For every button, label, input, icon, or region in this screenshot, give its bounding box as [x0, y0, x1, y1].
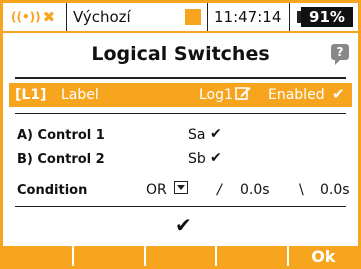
status-bar: ((•)) ✖ Výchozí 11:47:14 91% [3, 3, 358, 33]
control-1-check-icon: ✔ [210, 126, 222, 142]
clock: 11:47:14 [207, 3, 289, 31]
edit-pencil-icon[interactable] [235, 85, 251, 105]
log-name[interactable]: Log1 [199, 87, 233, 103]
control-1-label: A) Control 1 [17, 128, 105, 143]
switch-id: [L1] [15, 87, 47, 103]
chevron-down-icon[interactable] [174, 181, 188, 194]
page-title: Logical Switches [91, 43, 270, 65]
battery-indicator: 91% [289, 3, 357, 31]
ok-button[interactable]: Ok [288, 246, 359, 266]
screen: ((•)) ✖ Výchozí 11:47:14 91% Logical Swi… [0, 0, 361, 269]
battery-percent: 91% [301, 7, 353, 27]
model-name-text: Výchozí [73, 8, 131, 26]
footer-button-4[interactable] [217, 246, 287, 266]
enabled-label: Enabled [268, 87, 325, 103]
footer-button-2[interactable] [74, 246, 144, 266]
footer-buttons: Ok [3, 246, 359, 266]
no-signal-x-icon: ✖ [42, 8, 56, 26]
footer-button-1[interactable] [3, 246, 73, 266]
confirm-check-icon[interactable]: ✔ [175, 213, 192, 237]
rise-symbol: / [217, 182, 222, 198]
fall-symbol: \ [299, 182, 304, 198]
fall-time[interactable]: 0.0s [320, 182, 350, 198]
clock-text: 11:47:14 [214, 8, 282, 26]
control-2-check-icon: ✔ [210, 150, 222, 166]
divider [15, 113, 346, 114]
enabled-checkbox[interactable]: ✔ [332, 85, 345, 103]
condition-label: Condition [17, 183, 88, 198]
rise-time[interactable]: 0.0s [240, 182, 270, 198]
status-square-icon [185, 9, 201, 25]
divider [15, 206, 346, 207]
control-2-label: B) Control 2 [17, 152, 105, 167]
radio-signal-icon: ((•)) [11, 10, 41, 24]
title-divider [15, 77, 346, 79]
signal-icons: ((•)) ✖ [3, 3, 66, 31]
help-icon[interactable]: ? [331, 44, 349, 65]
model-name[interactable]: Výchozí [66, 3, 181, 31]
switch-label[interactable]: Label [61, 87, 99, 103]
control-2-value[interactable]: Sb [188, 151, 206, 167]
condition-value[interactable]: OR [146, 182, 167, 198]
logical-switch-row[interactable]: [L1] Label Log1 Enabled ✔ [9, 83, 352, 107]
footer-button-3[interactable] [145, 246, 216, 266]
control-1-value[interactable]: Sa [188, 127, 205, 143]
